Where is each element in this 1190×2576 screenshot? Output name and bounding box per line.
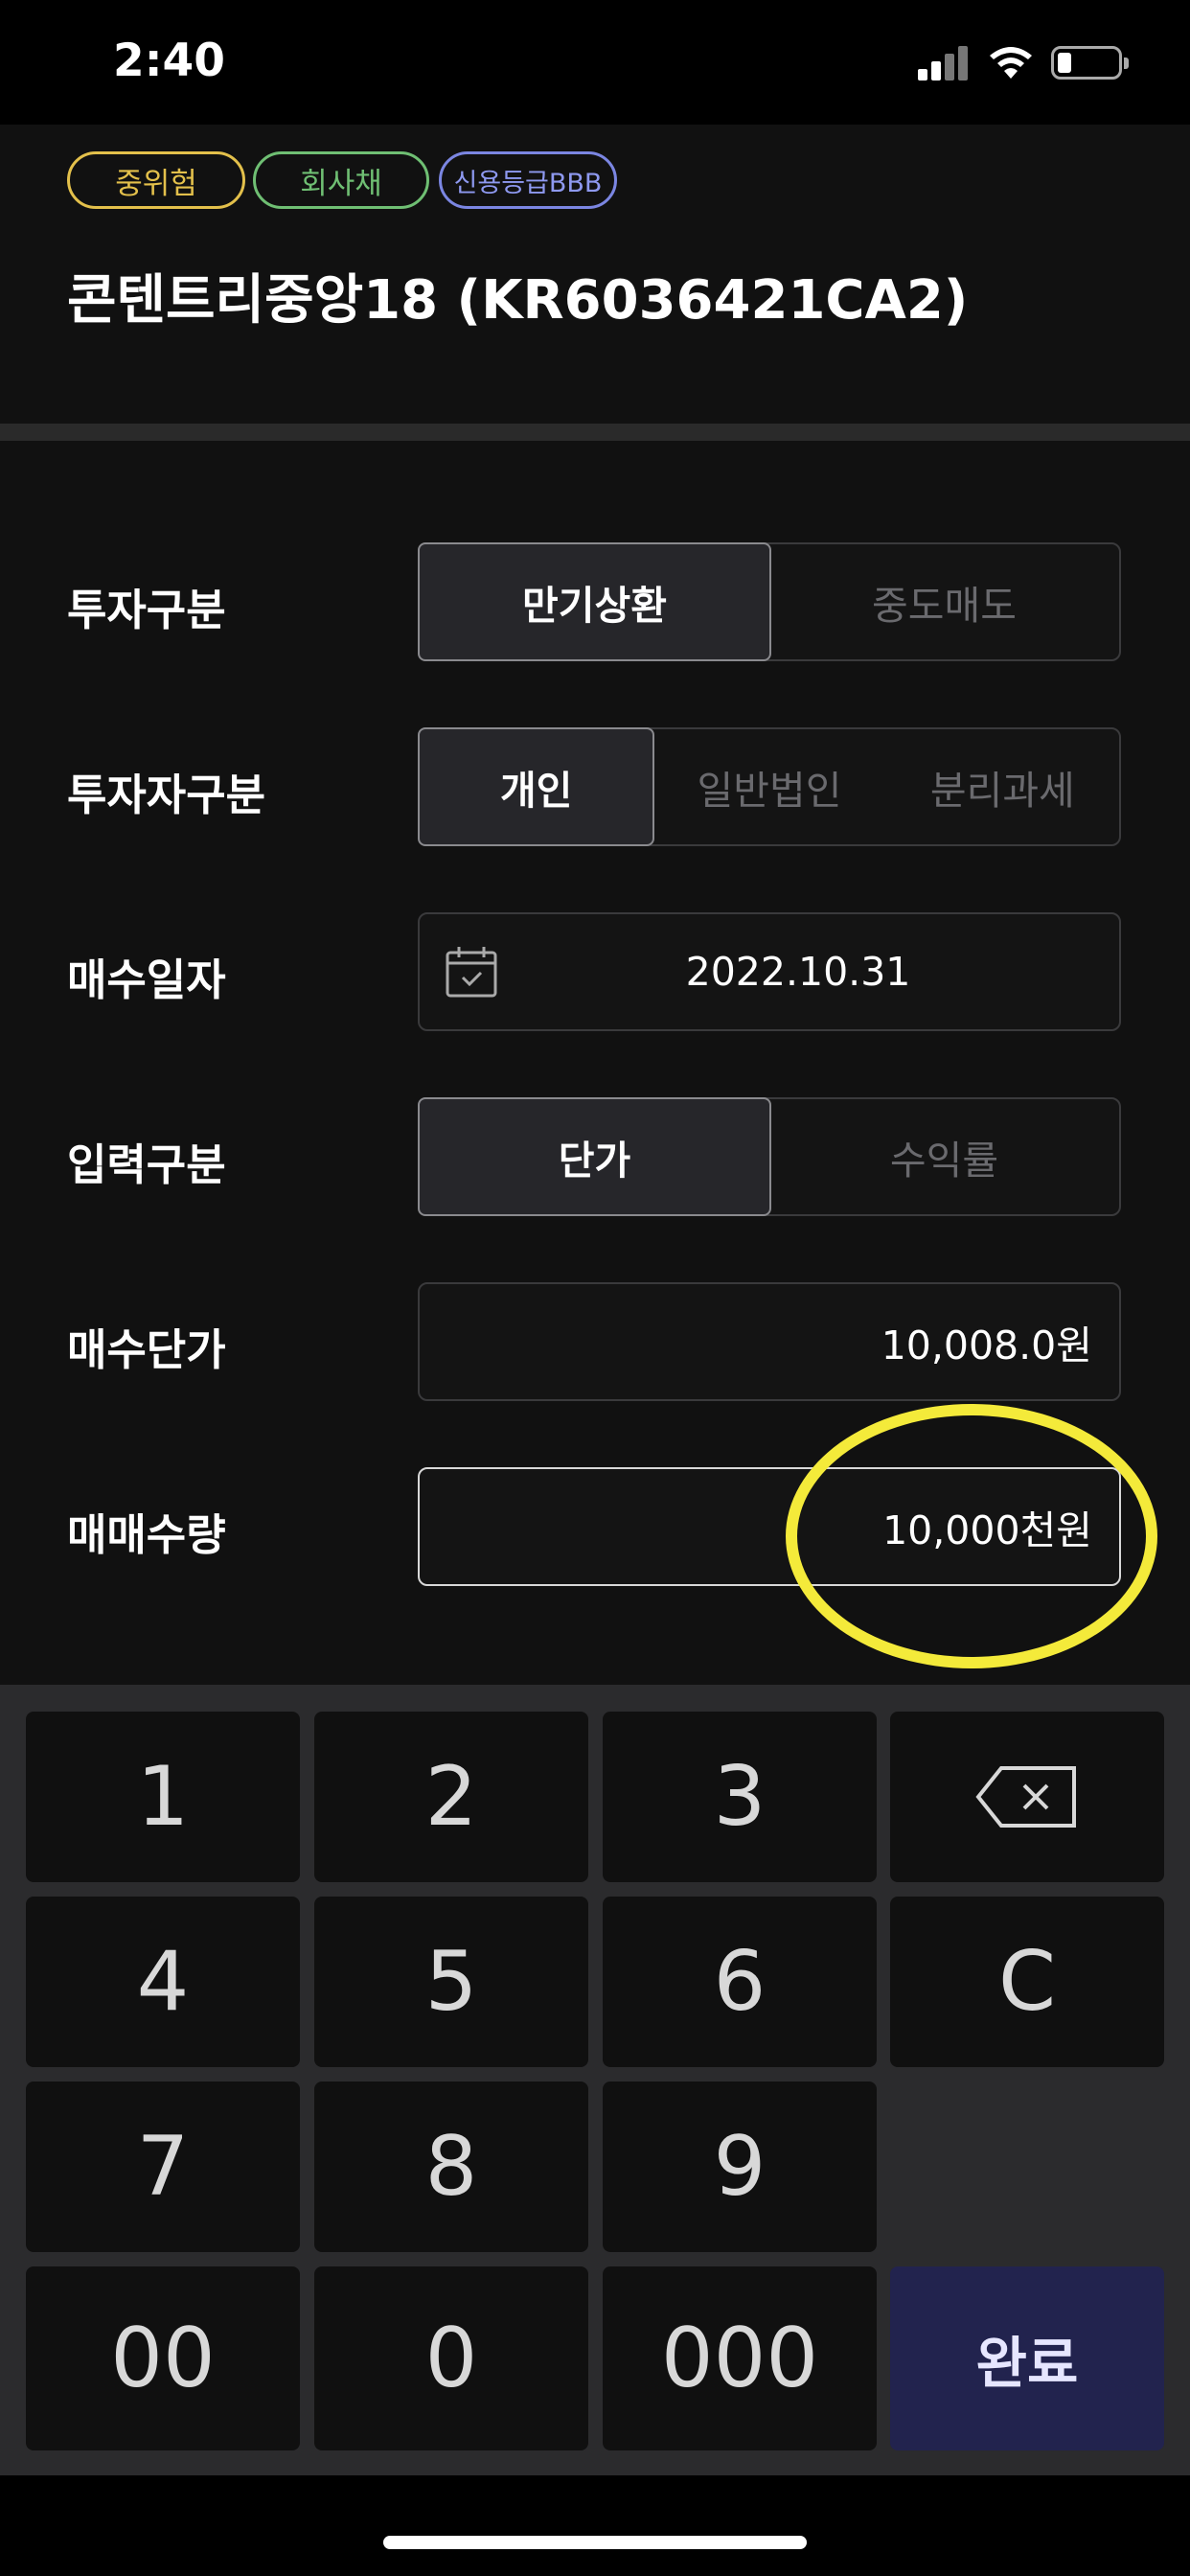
key-8[interactable]: 8 (314, 2082, 588, 2252)
key-2[interactable]: 2 (314, 1712, 588, 1882)
input-type-segment: 단가 수익률 (418, 1097, 1121, 1216)
purchase-date-value: 2022.10.31 (685, 949, 911, 995)
bond-header: 중위험 회사채 신용등급BBB 콘텐트리중앙18 (KR6036421CA2) (0, 125, 1190, 424)
key-4[interactable]: 4 (26, 1897, 300, 2067)
backspace-key[interactable] (890, 1712, 1164, 1882)
done-button[interactable]: 완료 (890, 2266, 1164, 2450)
purchase-date-label: 매수일자 (67, 954, 226, 1005)
key-6[interactable]: 6 (603, 1897, 877, 2067)
option-maturity-redemption[interactable]: 만기상환 (418, 542, 771, 661)
key-3[interactable]: 3 (603, 1712, 877, 1882)
investment-type-label: 투자구분 (67, 585, 226, 635)
status-time: 2:40 (113, 34, 225, 87)
battery-icon (1051, 46, 1129, 80)
key-7[interactable]: 7 (26, 2082, 300, 2252)
bond-title: 콘텐트리중앙18 (KR6036421CA2) (67, 269, 969, 332)
key-1[interactable]: 1 (26, 1712, 300, 1882)
home-bar (0, 2475, 1190, 2576)
risk-badge: 중위험 (67, 151, 245, 209)
option-separate-taxation[interactable]: 분리과세 (886, 729, 1119, 844)
numeric-keypad: 1 2 3 4 5 6 C 7 8 9 00 0 000 완료 (0, 1685, 1190, 2475)
option-yield[interactable]: 수익률 (769, 1099, 1119, 1214)
key-9[interactable]: 9 (603, 2082, 877, 2252)
investor-type-segment: 개인 일반법인 분리과세 (418, 727, 1121, 846)
bond-type-badge: 회사채 (253, 151, 429, 209)
signal-icon (918, 46, 972, 80)
option-general-corporation[interactable]: 일반법인 (652, 729, 885, 844)
option-mid-sale[interactable]: 중도매도 (769, 544, 1119, 659)
input-type-label: 입력구분 (67, 1139, 226, 1190)
purchase-price-input[interactable]: 10,008.0원 (418, 1282, 1121, 1401)
investment-type-segment: 만기상환 중도매도 (418, 542, 1121, 661)
key-00[interactable]: 00 (26, 2266, 300, 2450)
wifi-icon (990, 47, 1032, 79)
investor-type-label: 투자자구분 (67, 770, 266, 820)
key-0[interactable]: 0 (314, 2266, 588, 2450)
key-5[interactable]: 5 (314, 1897, 588, 2067)
purchase-date-field[interactable]: 2022.10.31 (418, 912, 1121, 1031)
clear-key[interactable]: C (890, 1897, 1164, 2067)
backspace-icon (975, 1766, 1076, 1828)
home-indicator[interactable] (383, 2536, 807, 2549)
trade-quantity-input[interactable]: 10,000천원 (418, 1467, 1121, 1586)
credit-rating-badge: 신용등급BBB (439, 151, 617, 209)
key-000[interactable]: 000 (603, 2266, 877, 2450)
option-unit-price[interactable]: 단가 (418, 1097, 771, 1216)
option-individual[interactable]: 개인 (418, 727, 655, 846)
purchase-price-label: 매수단가 (67, 1324, 226, 1375)
section-divider (0, 424, 1190, 441)
trade-quantity-label: 매매수량 (67, 1509, 226, 1560)
status-bar: 2:40 (0, 0, 1190, 125)
